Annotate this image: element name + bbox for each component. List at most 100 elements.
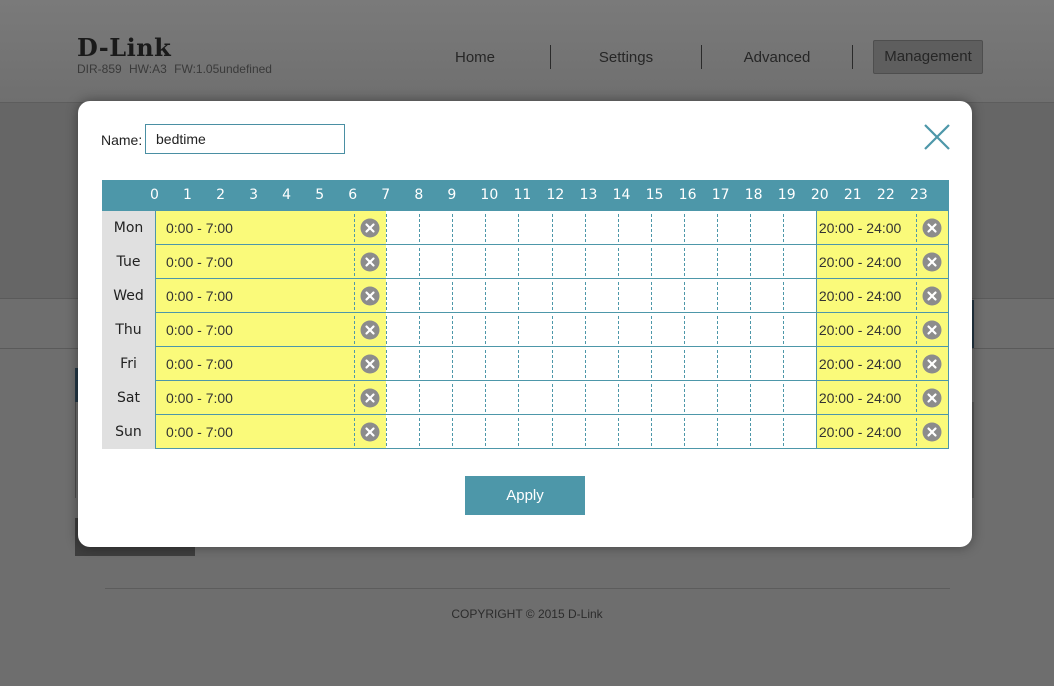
hour-divider [749, 384, 751, 412]
hour-label: 18 [744, 187, 763, 203]
hour-divider [584, 248, 586, 276]
hour-divider [419, 214, 421, 242]
hour-divider [749, 418, 751, 446]
hour-divider [650, 418, 652, 446]
hour-divider [584, 350, 586, 378]
schedule-block[interactable]: 0:00 - 7:00 [155, 211, 387, 244]
delete-block-icon[interactable] [360, 422, 380, 442]
hour-divider [683, 248, 685, 276]
day-label: Sun [102, 415, 155, 449]
schedule-block[interactable]: 20:00 - 24:00 [815, 381, 948, 414]
hour-divider [584, 316, 586, 344]
schedule-block-time: 20:00 - 24:00 [818, 390, 902, 406]
schedule-block[interactable]: 0:00 - 7:00 [155, 313, 387, 346]
close-icon[interactable] [922, 122, 952, 152]
nav-separator [852, 45, 853, 69]
schedule-block-time: 0:00 - 7:00 [166, 356, 233, 372]
hour-divider [419, 384, 421, 412]
hour-divider [518, 316, 520, 344]
schedule-block-time: 0:00 - 7:00 [166, 288, 233, 304]
delete-block-icon[interactable] [922, 218, 942, 238]
schedule-block[interactable]: 20:00 - 24:00 [815, 211, 948, 244]
delete-block-icon[interactable] [360, 320, 380, 340]
schedule-block[interactable]: 20:00 - 24:00 [815, 347, 948, 380]
schedule-block[interactable]: 0:00 - 7:00 [155, 347, 387, 380]
hour-label: 13 [579, 187, 598, 203]
hour-divider [386, 316, 388, 344]
hour-label: 8 [414, 187, 424, 203]
delete-block-icon[interactable] [360, 218, 380, 238]
hour-divider [354, 418, 356, 446]
day-timeline[interactable]: 0:00 - 7:00 20:00 - 24:00 [155, 211, 949, 245]
day-row: Sun 0:00 - 7:00 20:00 - 24:00 [102, 415, 949, 449]
day-row: Wed 0:00 - 7:00 20:00 - 24:00 [102, 279, 949, 313]
hour-divider [683, 316, 685, 344]
delete-block-icon[interactable] [922, 286, 942, 306]
schedule-block[interactable]: 20:00 - 24:00 [815, 415, 948, 448]
schedule-block[interactable]: 20:00 - 24:00 [815, 279, 948, 312]
delete-block-icon[interactable] [360, 286, 380, 306]
hour-divider [354, 248, 356, 276]
nav-settings[interactable]: Settings [551, 49, 701, 66]
delete-block-icon[interactable] [360, 388, 380, 408]
hour-divider [551, 214, 553, 242]
schedule-block[interactable]: 0:00 - 7:00 [155, 245, 387, 278]
delete-block-icon[interactable] [922, 388, 942, 408]
day-row: Mon 0:00 - 7:00 20:00 - 24:00 [102, 211, 949, 245]
hour-label: 4 [282, 187, 292, 203]
nav-home[interactable]: Home [400, 49, 550, 66]
hour-divider [419, 282, 421, 310]
schedule-block[interactable]: 20:00 - 24:00 [815, 245, 948, 278]
hour-divider [354, 384, 356, 412]
schedule-block[interactable]: 0:00 - 7:00 [155, 415, 387, 448]
hour-divider [749, 248, 751, 276]
hour-divider [452, 248, 454, 276]
hour-label: 1 [183, 187, 192, 203]
day-timeline[interactable]: 0:00 - 7:00 20:00 - 24:00 [155, 347, 949, 381]
nav-advanced[interactable]: Advanced [702, 49, 852, 66]
hour-divider [518, 248, 520, 276]
hour-divider [915, 248, 917, 276]
day-timeline[interactable]: 0:00 - 7:00 20:00 - 24:00 [155, 245, 949, 279]
hour-divider [716, 350, 718, 378]
hour-label: 0 [150, 187, 159, 203]
hour-divider [716, 214, 718, 242]
hour-divider [354, 282, 356, 310]
day-row: Fri 0:00 - 7:00 20:00 - 24:00 [102, 347, 949, 381]
day-timeline[interactable]: 0:00 - 7:00 20:00 - 24:00 [155, 313, 949, 347]
name-label: Name: [101, 132, 143, 148]
day-timeline[interactable]: 0:00 - 7:00 20:00 - 24:00 [155, 279, 949, 313]
hour-divider [749, 214, 751, 242]
hour-divider [915, 316, 917, 344]
delete-block-icon[interactable] [922, 422, 942, 442]
schedule-block-time: 0:00 - 7:00 [166, 220, 233, 236]
schedule-block[interactable]: 0:00 - 7:00 [155, 381, 387, 414]
delete-block-icon[interactable] [922, 252, 942, 272]
apply-button[interactable]: Apply [465, 476, 585, 515]
hour-divider [617, 384, 619, 412]
delete-block-icon[interactable] [922, 354, 942, 374]
name-field[interactable] [145, 124, 345, 154]
delete-block-icon[interactable] [360, 354, 380, 374]
hour-label: 7 [381, 187, 391, 203]
hour-divider [782, 248, 784, 276]
hour-divider [485, 248, 487, 276]
nav-management[interactable]: Management [873, 40, 983, 74]
day-timeline[interactable]: 0:00 - 7:00 20:00 - 24:00 [155, 381, 949, 415]
hour-divider [617, 248, 619, 276]
dlink-logo: D-Link [77, 33, 172, 62]
hour-divider [782, 418, 784, 446]
schedule-block-time: 0:00 - 7:00 [166, 390, 233, 406]
day-row: Sat 0:00 - 7:00 20:00 - 24:00 [102, 381, 949, 415]
hour-divider [617, 350, 619, 378]
hour-label: 9 [447, 187, 457, 203]
schedule-block[interactable]: 0:00 - 7:00 [155, 279, 387, 312]
day-timeline[interactable]: 0:00 - 7:00 20:00 - 24:00 [155, 415, 949, 449]
hour-divider [419, 248, 421, 276]
schedule-block[interactable]: 20:00 - 24:00 [815, 313, 948, 346]
delete-block-icon[interactable] [922, 320, 942, 340]
hour-divider [485, 316, 487, 344]
schedule-block-time: 20:00 - 24:00 [818, 220, 902, 236]
delete-block-icon[interactable] [360, 252, 380, 272]
hour-divider [650, 214, 652, 242]
